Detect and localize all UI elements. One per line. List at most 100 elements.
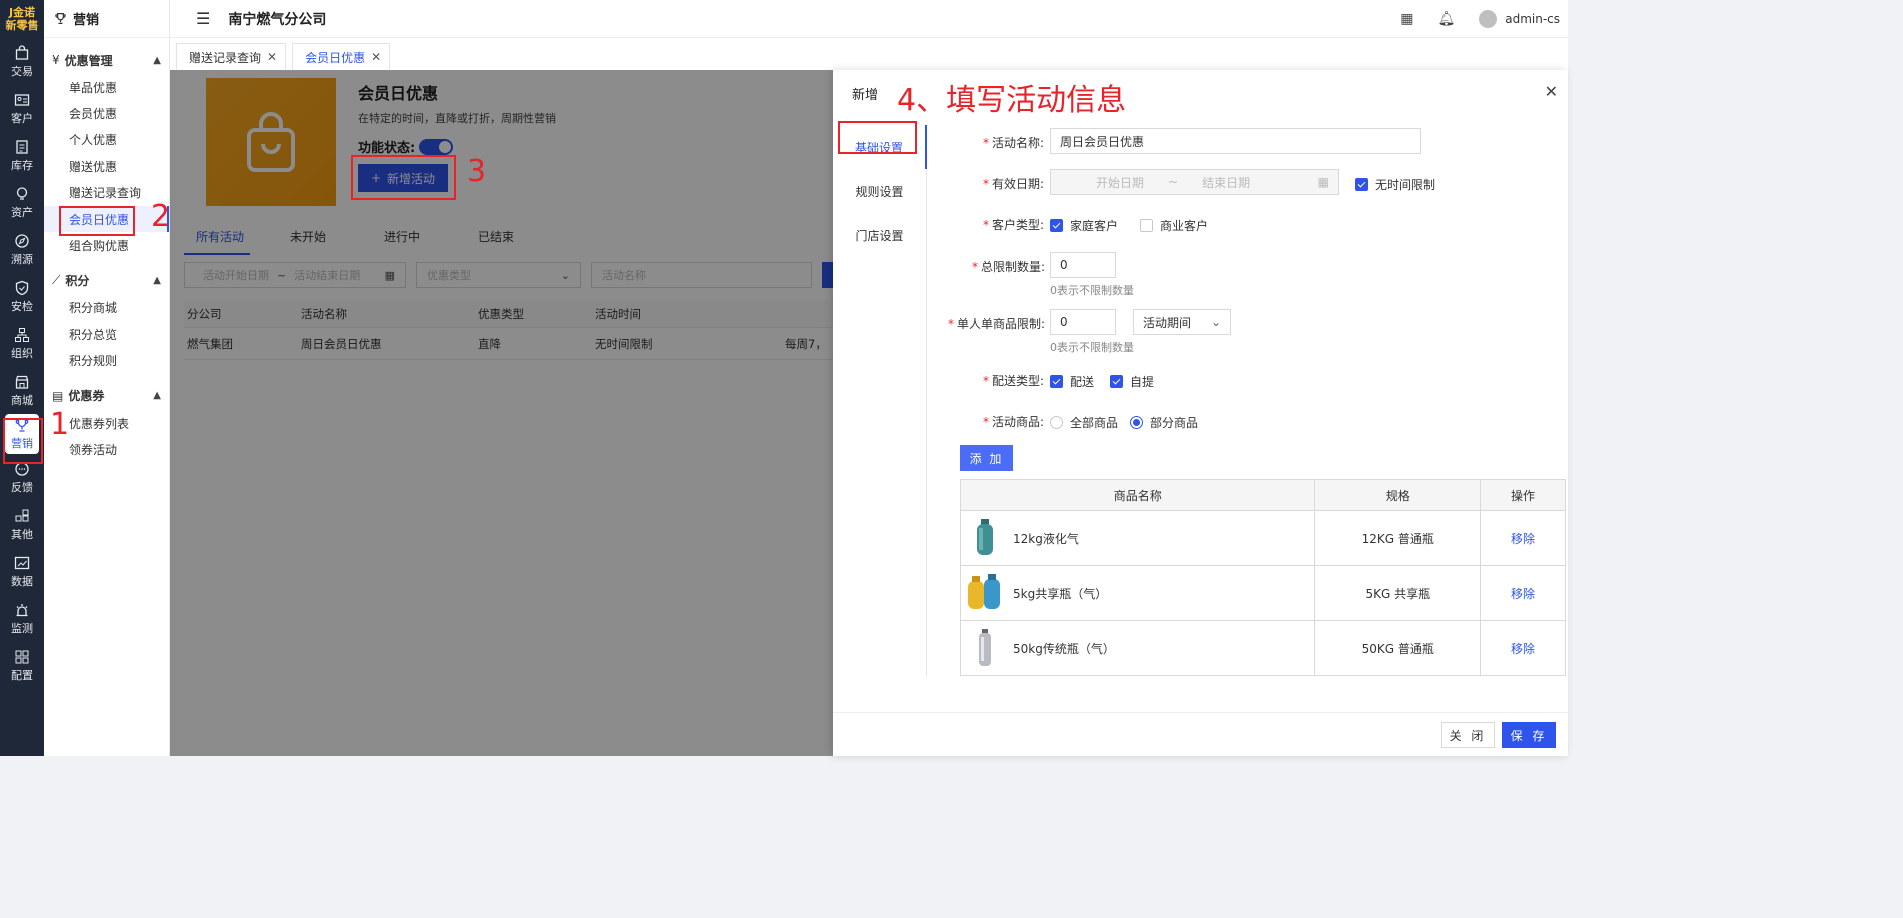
sidebar-item-single[interactable]: 单品优惠 — [44, 74, 169, 100]
rail-item-mall[interactable]: 商城 — [0, 367, 44, 414]
radio-checked[interactable] — [1130, 416, 1144, 429]
activity-name-input[interactable]: 周日会员日优惠 — [1050, 128, 1421, 154]
rail-item-safety[interactable]: 安检 — [0, 273, 44, 320]
checkbox-checked[interactable] — [1355, 178, 1368, 191]
remove-link[interactable]: 移除 — [1511, 642, 1535, 656]
chevron-up-icon: ▲ — [153, 390, 161, 402]
sidebar-item-member[interactable]: 会员优惠 — [44, 100, 169, 126]
rail-label: 配置 — [11, 668, 33, 682]
rail-label: 其他 — [11, 527, 33, 541]
rail-item-trade[interactable]: 交易 — [0, 38, 44, 85]
sidebar-item-points-overview[interactable]: 积分总览 — [44, 321, 169, 347]
yen-circle-icon: ¥ — [52, 53, 60, 67]
sidebar-item-personal[interactable]: 个人优惠 — [44, 127, 169, 153]
tab-member-day[interactable]: 会员日优惠 ✕ — [292, 43, 391, 70]
close-button[interactable]: 关 闭 — [1441, 722, 1495, 748]
shield-icon — [15, 280, 29, 295]
step-rules[interactable]: 规则设置 — [833, 169, 926, 213]
rail-item-stock[interactable]: 库存 — [0, 132, 44, 179]
brand-line2: 新零售 — [5, 18, 39, 32]
checkbox-checked[interactable] — [1050, 219, 1063, 232]
save-button[interactable]: 保 存 — [1502, 722, 1556, 748]
sidebar-title-text: 营销 — [73, 13, 100, 28]
all-goods-option[interactable]: 全部商品 — [1050, 414, 1118, 431]
tab-label: 赠送记录查询 — [189, 50, 262, 65]
username[interactable]: admin-cs — [1505, 12, 1560, 26]
checkbox-unchecked[interactable] — [1140, 219, 1154, 232]
tab-label: 会员日优惠 — [305, 50, 366, 65]
sidebar-group-discount[interactable]: ¥ 优惠管理 ▲ — [44, 46, 169, 74]
limit-period-select[interactable]: 活动期间 ⌄ — [1133, 309, 1231, 335]
rail-item-other[interactable]: 其他 — [0, 501, 44, 548]
bag-icon — [15, 44, 29, 60]
rail-item-monitor[interactable]: 监测 — [0, 595, 44, 642]
id-card-icon — [14, 93, 30, 106]
goods-name: 12kg液化气 — [1013, 531, 1079, 546]
rail-item-trace[interactable]: 溯源 — [0, 226, 44, 273]
label-text: 活动名称: — [992, 136, 1045, 150]
sidebar-item-gift[interactable]: 赠送优惠 — [44, 153, 169, 179]
goods-table: 商品名称 规格 操作 12kg液化气 12KG 普通瓶 移除 5kg共享瓶（气）… — [959, 479, 1566, 676]
customer-type-group: 家庭客户 商业客户 — [1050, 217, 1230, 234]
rail-item-config[interactable]: 配置 — [0, 642, 44, 689]
option-label: 部分商品 — [1150, 416, 1199, 430]
customer-biz-option[interactable]: 商业客户 — [1140, 217, 1208, 234]
rail-item-org[interactable]: 组织 — [0, 320, 44, 367]
step-stores[interactable]: 门店设置 — [833, 213, 926, 257]
rail-label: 监测 — [11, 621, 33, 635]
trophy-icon — [55, 13, 66, 24]
annotation-number-3: 3 — [467, 154, 487, 189]
sub-sidebar: 营销 ¥ 优惠管理 ▲ 单品优惠 会员优惠 个人优惠 赠送优惠 赠送记录查询 会… — [44, 0, 170, 756]
delivery-option[interactable]: 配送 — [1050, 373, 1094, 390]
col-spec: 规格 — [1314, 479, 1482, 511]
table-row: 50kg传统瓶（气） 50KG 普通瓶 移除 — [959, 620, 1566, 676]
close-icon[interactable]: ✕ — [267, 50, 277, 64]
sidebar-item-points-mall[interactable]: 积分商城 — [44, 295, 169, 321]
coupon-icon: ▤ — [52, 388, 64, 403]
goods-spec: 12KG 普通瓶 — [1314, 510, 1482, 566]
remove-link[interactable]: 移除 — [1511, 587, 1535, 601]
annotation-number-1: 1 — [50, 407, 70, 442]
no-time-limit-option[interactable]: 无时间限制 — [1355, 176, 1435, 193]
single-limit-hint: 0表示不限制数量 — [1050, 341, 1134, 354]
add-goods-button[interactable]: 添 加 — [960, 445, 1013, 471]
annotation-number-2: 2 — [151, 199, 171, 234]
blocks-icon — [15, 509, 29, 521]
tab-gift-records[interactable]: 赠送记录查询 ✕ — [176, 43, 287, 70]
goods-spec: 5KG 共享瓶 — [1314, 565, 1482, 621]
rail-item-customer[interactable]: 客户 — [0, 85, 44, 132]
rail-item-asset[interactable]: 资产 — [0, 179, 44, 226]
customer-home-option[interactable]: 家庭客户 — [1050, 217, 1118, 234]
single-limit-input[interactable]: 0 — [1050, 309, 1116, 335]
date-range-input[interactable]: 开始日期 ~ 结束日期 ▦ — [1050, 169, 1339, 195]
annotation-title-4: 4、填写活动信息 — [897, 83, 1127, 118]
sidebar-group-points[interactable]: ⟋ 积分 ▲ — [44, 267, 169, 295]
menu-fold-icon[interactable]: ☰ — [196, 9, 210, 28]
sidebar-item-combo[interactable]: 组合购优惠 — [44, 232, 169, 258]
sidebar-item-points-rules[interactable]: 积分规则 — [44, 348, 169, 374]
close-icon[interactable]: ✕ — [371, 50, 381, 64]
clipboard-icon — [16, 139, 28, 154]
checkbox-checked[interactable] — [1110, 375, 1124, 388]
start-date-placeholder: 开始日期 — [1096, 175, 1145, 190]
tab-bar: 赠送记录查询 ✕ 会员日优惠 ✕ — [170, 38, 1568, 70]
goods-name: 50kg传统瓶（气） — [1013, 641, 1115, 656]
checkbox-checked[interactable] — [1050, 375, 1063, 388]
qrcode-icon[interactable]: ▦ — [1400, 11, 1413, 27]
total-limit-input[interactable]: 0 — [1050, 252, 1116, 278]
pickup-option[interactable]: 自提 — [1110, 373, 1154, 390]
avatar[interactable] — [1479, 9, 1498, 28]
sidebar-group-coupon[interactable]: ▤ 优惠券 ▲ — [44, 382, 169, 410]
chevron-up-icon: ▲ — [153, 275, 161, 287]
delivery-type-group: 配送 自提 — [1050, 373, 1176, 390]
bell-icon[interactable]: 🔔︎ — [1437, 11, 1455, 27]
customer-type-label: * 客户类型: — [983, 218, 1045, 232]
rail-item-data[interactable]: 数据 — [0, 548, 44, 595]
remove-link[interactable]: 移除 — [1511, 532, 1535, 546]
group-title: 积分 — [65, 274, 90, 289]
close-icon[interactable]: ✕ — [1545, 82, 1558, 101]
radio-unchecked[interactable] — [1050, 416, 1063, 429]
modal-mask[interactable] — [176, 70, 833, 756]
partial-goods-option[interactable]: 部分商品 — [1130, 414, 1198, 431]
bulb-icon — [16, 186, 28, 200]
